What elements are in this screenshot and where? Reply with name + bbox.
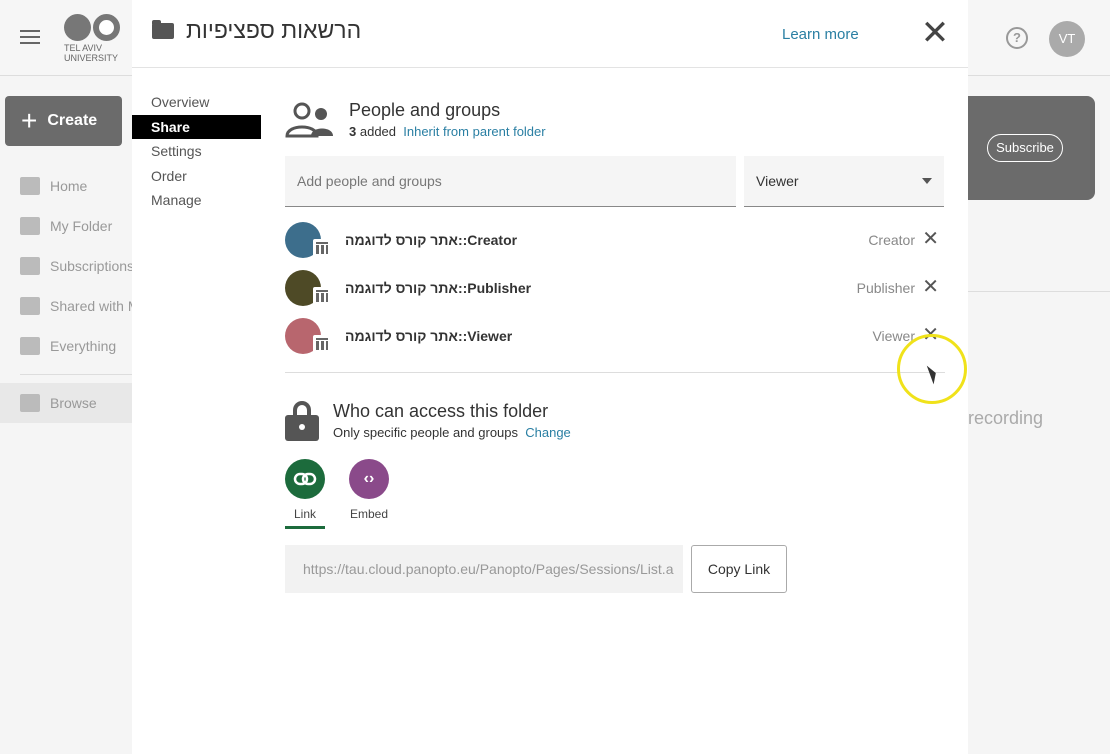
member-row: אתר קורס לדוגמה::Creator Creator ✕ <box>285 218 945 266</box>
sidebar-item-label: Shared with Me <box>50 298 132 314</box>
sidebar-item-label: Everything <box>50 338 117 354</box>
embed-option-label: Embed <box>349 507 389 521</box>
menu-icon[interactable] <box>20 30 40 44</box>
home-icon <box>20 177 40 195</box>
sidebar-item-label: Subscriptions <box>50 258 132 274</box>
role-select[interactable]: Viewer <box>744 156 944 207</box>
added-count: 3 <box>349 124 357 139</box>
member-role[interactable]: Publisher <box>857 280 915 296</box>
folder-icon <box>152 20 174 39</box>
sidebar-item-label: My Folder <box>50 218 113 234</box>
add-people-input[interactable] <box>285 156 736 207</box>
access-level: Only specific people and groups <box>333 425 519 440</box>
building-icon <box>313 335 331 353</box>
share-content: People and groups 3 added Inherit from p… <box>285 90 945 593</box>
people-subtitle: 3 added Inherit from parent folder <box>349 124 546 139</box>
tab-share[interactable]: Share <box>132 114 261 139</box>
building-icon <box>313 287 331 305</box>
people-section-header: People and groups 3 added Inherit from p… <box>285 90 945 154</box>
sidebar-item-shared[interactable]: Shared with Me <box>0 286 132 326</box>
logo-text: TEL AVIV UNIVERSITY <box>64 43 119 63</box>
sidebar-item-subscriptions[interactable]: Subscriptions <box>0 246 132 286</box>
inherit-link[interactable]: Inherit from parent folder <box>403 124 545 139</box>
university-logo[interactable]: TEL AVIV UNIVERSITY <box>64 14 134 64</box>
share-dialog: הרשאות ספציפיות Learn more ✕ Overview Sh… <box>132 0 968 754</box>
tab-manage[interactable]: Manage <box>132 188 261 213</box>
recording-text: recording <box>968 408 1044 428</box>
section-divider <box>285 372 945 373</box>
copy-link-button[interactable]: Copy Link <box>691 545 787 593</box>
close-icon[interactable]: ✕ <box>920 16 950 50</box>
tab-overview[interactable]: Overview <box>132 90 261 115</box>
link-option[interactable]: Link <box>283 459 327 529</box>
member-row: אתר קורס לדוגמה::Publisher Publisher ✕ <box>285 266 945 314</box>
add-people-row: Viewer <box>285 156 945 208</box>
create-button[interactable]: + Create <box>5 96 122 146</box>
embed-icon: ‹› <box>349 459 389 499</box>
remove-icon[interactable]: ✕ <box>922 275 939 299</box>
change-link[interactable]: Change <box>525 425 571 440</box>
member-name: אתר קורס לדוגמה::Publisher <box>345 280 532 296</box>
added-label: added <box>359 124 397 139</box>
folder-icon <box>20 394 40 412</box>
lock-icon <box>285 401 319 441</box>
role-select-value: Viewer <box>756 173 799 189</box>
share-options: Link ‹› Embed <box>285 459 945 529</box>
member-row: אתר קורס לדוגמה::Viewer Viewer ✕ <box>285 314 945 362</box>
link-icon <box>285 459 325 499</box>
tab-settings[interactable]: Settings <box>132 139 261 164</box>
sidebar-item-home[interactable]: Home <box>0 166 132 206</box>
sidebar: Home My Folder Subscriptions Shared with… <box>0 166 132 423</box>
member-name: אתר קורס לדוגמה::Viewer <box>345 328 513 344</box>
dialog-tabs: Overview Share Settings Order Manage <box>132 90 261 213</box>
sidebar-item-label: Home <box>50 178 88 194</box>
sidebar-divider <box>20 374 132 375</box>
subscribe-card: Subscribe <box>968 96 1095 200</box>
help-icon[interactable]: ? <box>1006 27 1028 49</box>
link-row: Copy Link <box>285 545 945 593</box>
active-indicator <box>285 526 325 529</box>
access-subtitle: Only specific people and groups Change <box>333 425 571 440</box>
subscribe-button[interactable]: Subscribe <box>987 134 1063 162</box>
people-title: People and groups <box>349 100 501 120</box>
people-icon <box>285 102 333 138</box>
remove-icon[interactable]: ✕ <box>922 227 939 251</box>
sidebar-item-label: Browse <box>50 395 97 411</box>
divider <box>968 291 1110 292</box>
sidebar-item-everything[interactable]: Everything <box>0 326 132 366</box>
play-icon <box>20 337 40 355</box>
link-option-label: Link <box>293 507 316 521</box>
embed-option[interactable]: ‹› Embed <box>347 459 391 521</box>
dialog-header: הרשאות ספציפיות Learn more ✕ <box>132 0 968 68</box>
create-label: Create <box>47 112 98 129</box>
plus-icon: + <box>21 105 38 136</box>
member-name: אתר קורס לדוגמה::Creator <box>345 232 518 248</box>
avatar[interactable]: VT <box>1049 21 1085 57</box>
dialog-title: הרשאות ספציפיות <box>186 17 362 43</box>
sidebar-item-my-folder[interactable]: My Folder <box>0 206 132 246</box>
tab-order[interactable]: Order <box>132 164 261 189</box>
access-title: Who can access this folder <box>333 401 549 421</box>
member-role[interactable]: Creator <box>868 232 915 248</box>
share-icon <box>20 297 40 315</box>
caret-down-icon <box>922 178 932 184</box>
learn-more-link[interactable]: Learn more <box>782 26 859 43</box>
share-link-field[interactable] <box>285 545 683 593</box>
folder-star-icon <box>20 217 40 235</box>
subscriptions-icon <box>20 257 40 275</box>
member-list: אתר קורס לדוגמה::Creator Creator ✕ אתר ק… <box>285 218 945 362</box>
sidebar-item-browse[interactable]: Browse <box>0 383 132 423</box>
building-icon <box>313 239 331 257</box>
